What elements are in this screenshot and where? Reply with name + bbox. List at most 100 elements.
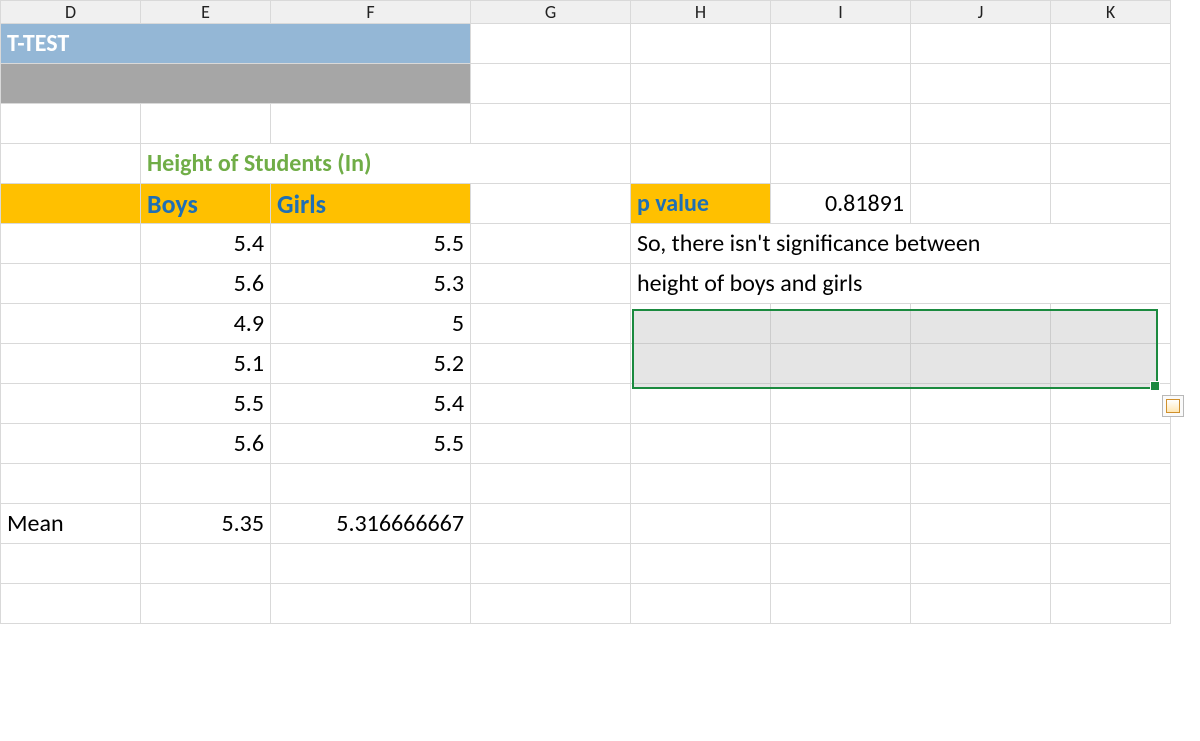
cell[interactable] (911, 144, 1051, 184)
col-header-F[interactable]: F (271, 1, 471, 24)
cell[interactable] (1, 224, 141, 264)
cell[interactable] (1051, 464, 1171, 504)
col-header-I[interactable]: I (771, 1, 911, 24)
boys-value[interactable]: 5.6 (141, 264, 271, 304)
col-header-H[interactable]: H (631, 1, 771, 24)
cell[interactable] (1051, 304, 1171, 344)
cell[interactable] (771, 384, 911, 424)
cell[interactable] (911, 544, 1051, 584)
cell[interactable] (771, 144, 911, 184)
cell[interactable] (911, 344, 1051, 384)
cell[interactable] (1051, 24, 1171, 64)
cell[interactable] (1051, 384, 1171, 424)
cell[interactable] (631, 464, 771, 504)
girls-value[interactable]: 5.5 (271, 424, 471, 464)
cell[interactable] (911, 584, 1051, 624)
mean-label[interactable]: Mean (1, 504, 141, 544)
cell[interactable] (471, 104, 631, 144)
cell[interactable] (1051, 184, 1171, 224)
cell[interactable] (271, 544, 471, 584)
cell[interactable] (1, 184, 141, 224)
conclusion-line1[interactable]: So, there isn't significance between (631, 224, 1171, 264)
cell[interactable] (631, 104, 771, 144)
cell[interactable] (141, 464, 271, 504)
cell[interactable] (911, 104, 1051, 144)
section-title[interactable]: Height of Students (In) (141, 144, 631, 184)
boys-value[interactable]: 5.5 (141, 384, 271, 424)
cell[interactable] (771, 424, 911, 464)
cell[interactable] (1, 144, 141, 184)
cell[interactable] (631, 544, 771, 584)
cell[interactable] (911, 24, 1051, 64)
cell[interactable] (1, 304, 141, 344)
cell[interactable] (771, 344, 911, 384)
boys-value[interactable]: 5.6 (141, 424, 271, 464)
title-cell[interactable]: T-TEST (1, 24, 471, 64)
cell[interactable] (471, 24, 631, 64)
cell[interactable] (771, 304, 911, 344)
cell[interactable] (911, 424, 1051, 464)
cell[interactable] (271, 104, 471, 144)
pvalue-value[interactable]: 0.81891 (771, 184, 911, 224)
cell[interactable] (1051, 584, 1171, 624)
spreadsheet-grid[interactable]: D E F G H I J K T-TEST (0, 0, 1171, 624)
cell[interactable] (631, 504, 771, 544)
cell[interactable] (471, 544, 631, 584)
column-header-row[interactable]: D E F G H I J K (1, 1, 1171, 24)
pvalue-label[interactable]: p value (631, 184, 771, 224)
cell[interactable] (1, 264, 141, 304)
cell[interactable] (771, 104, 911, 144)
cell[interactable] (771, 584, 911, 624)
cell[interactable] (1051, 544, 1171, 584)
girls-value[interactable]: 5.4 (271, 384, 471, 424)
cell[interactable] (1051, 344, 1171, 384)
cell[interactable] (1, 424, 141, 464)
girls-header[interactable]: Girls (271, 184, 471, 224)
cell[interactable] (911, 64, 1051, 104)
cell[interactable] (471, 224, 631, 264)
cell[interactable] (911, 304, 1051, 344)
col-header-E[interactable]: E (141, 1, 271, 24)
cell[interactable] (631, 64, 771, 104)
quick-analysis-button[interactable] (1162, 395, 1184, 417)
girls-value[interactable]: 5 (271, 304, 471, 344)
cell[interactable] (771, 64, 911, 104)
cell[interactable] (911, 184, 1051, 224)
col-header-D[interactable]: D (1, 1, 141, 24)
cell[interactable] (141, 544, 271, 584)
cell[interactable] (471, 464, 631, 504)
cell[interactable] (471, 184, 631, 224)
cell[interactable] (631, 304, 771, 344)
girls-value[interactable]: 5.2 (271, 344, 471, 384)
cell[interactable] (631, 424, 771, 464)
mean-girls[interactable]: 5.316666667 (271, 504, 471, 544)
cell[interactable] (1051, 504, 1171, 544)
cell[interactable] (911, 464, 1051, 504)
cell[interactable] (271, 464, 471, 504)
cell[interactable] (471, 384, 631, 424)
boys-value[interactable]: 5.1 (141, 344, 271, 384)
conclusion-line2[interactable]: height of boys and girls (631, 264, 1171, 304)
cell[interactable] (1051, 144, 1171, 184)
cell[interactable] (471, 304, 631, 344)
col-header-J[interactable]: J (911, 1, 1051, 24)
cell[interactable] (1, 544, 141, 584)
cell[interactable] (771, 504, 911, 544)
cell[interactable] (631, 24, 771, 64)
cell[interactable] (471, 344, 631, 384)
col-header-K[interactable]: K (1051, 1, 1171, 24)
cell[interactable] (1051, 424, 1171, 464)
col-header-G[interactable]: G (471, 1, 631, 24)
cell[interactable] (471, 264, 631, 304)
cell[interactable] (141, 104, 271, 144)
cell[interactable] (471, 504, 631, 544)
cell[interactable] (771, 544, 911, 584)
cell[interactable] (471, 64, 631, 104)
cell[interactable] (271, 584, 471, 624)
spreadsheet-view[interactable]: D E F G H I J K T-TEST (0, 0, 1200, 741)
cell[interactable] (1051, 104, 1171, 144)
boys-value[interactable]: 5.4 (141, 224, 271, 264)
cell[interactable] (911, 504, 1051, 544)
cell[interactable] (631, 384, 771, 424)
cell[interactable] (471, 424, 631, 464)
